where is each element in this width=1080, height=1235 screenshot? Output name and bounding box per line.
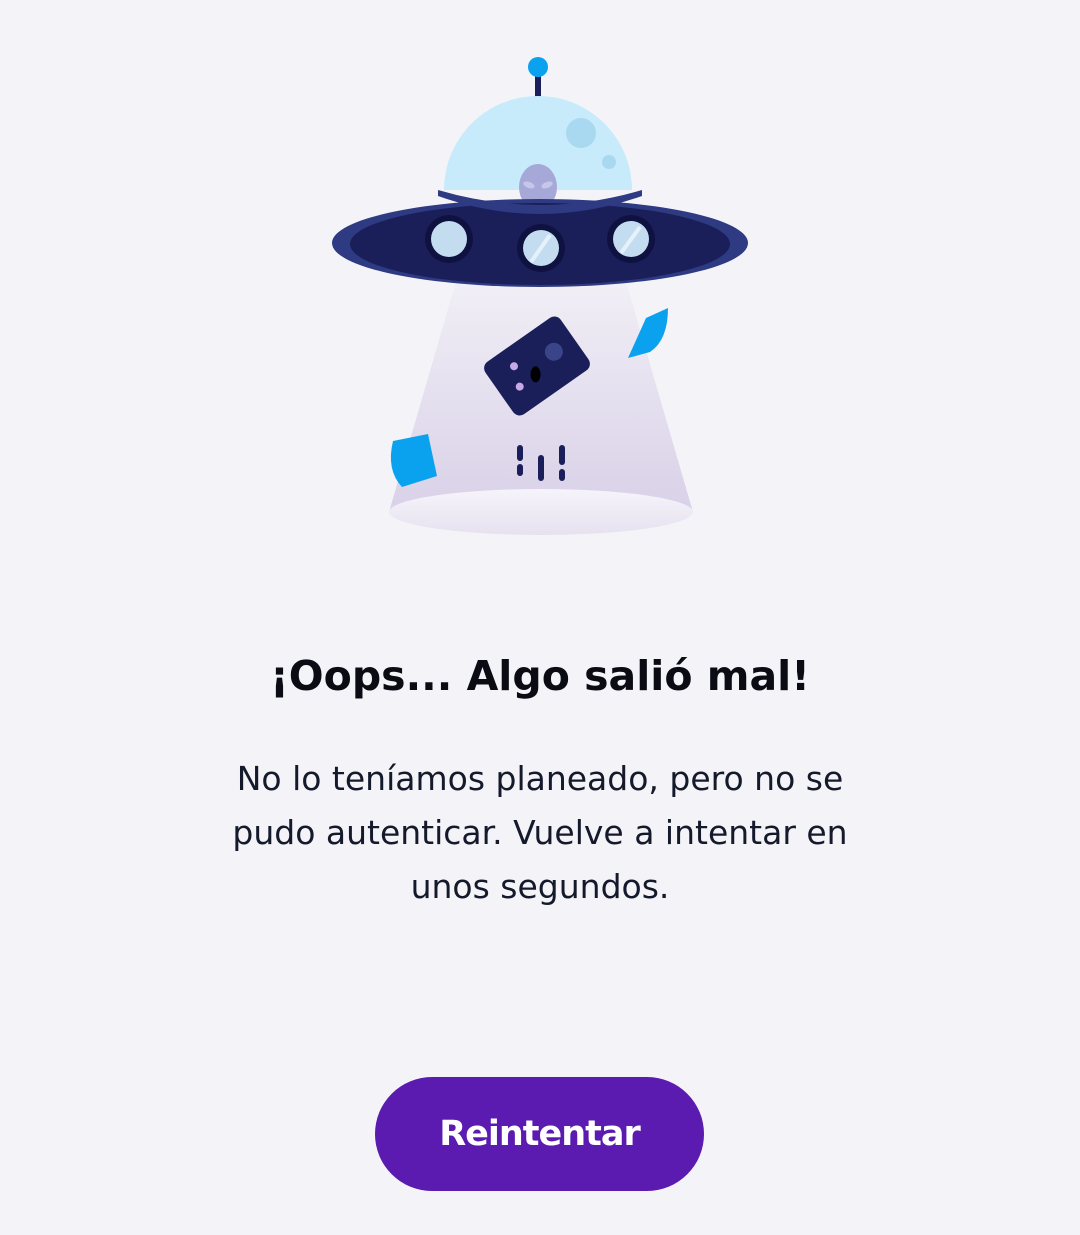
antenna-icon [528, 57, 548, 98]
error-message: No lo teníamos planeado, pero no se pudo… [232, 759, 848, 906]
tractor-beam-icon [389, 278, 693, 535]
ufo-illustration-icon [332, 57, 748, 535]
ufo-saucer-icon [332, 190, 748, 287]
retry-button[interactable]: Reintentar [375, 1077, 704, 1191]
error-title: ¡Oops... Algo salió mal! [270, 652, 810, 700]
